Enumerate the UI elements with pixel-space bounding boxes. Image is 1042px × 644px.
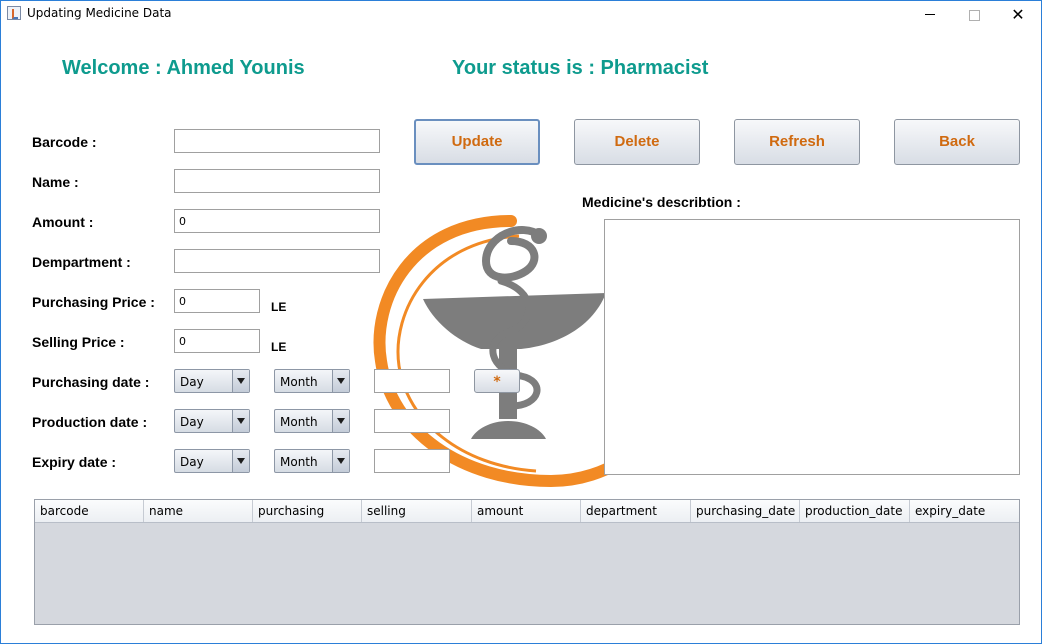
purchasing-month-value: Month: [280, 375, 318, 389]
window-title: Updating Medicine Data: [27, 6, 172, 20]
status-label: Your status is : Pharmacist: [452, 57, 709, 79]
welcome-label: Welcome : Ahmed Younis: [62, 57, 305, 79]
expiry-day-value: Day: [180, 455, 204, 469]
close-icon: ✕: [1011, 5, 1025, 24]
selling-price-label: Selling Price :: [32, 334, 125, 350]
medicine-table[interactable]: barcode name purchasing selling amount d…: [34, 499, 1020, 625]
chevron-down-icon: [332, 410, 349, 432]
chevron-down-icon: [332, 450, 349, 472]
column-header-production-date[interactable]: production_date: [800, 500, 910, 522]
production-month-value: Month: [280, 415, 318, 429]
update-button[interactable]: Update: [414, 119, 540, 165]
back-button[interactable]: Back: [894, 119, 1020, 165]
refresh-button[interactable]: Refresh: [734, 119, 860, 165]
pharmacy-logo-icon: [373, 215, 621, 488]
purchasing-date-label: Purchasing date :: [32, 374, 150, 390]
column-header-barcode[interactable]: barcode: [35, 500, 144, 522]
name-field[interactable]: [174, 169, 380, 193]
purchasing-price-currency: LE: [271, 300, 287, 314]
description-textarea[interactable]: [604, 219, 1020, 475]
app-window: Updating Medicine Data ✕ Welcome : Ahmed…: [0, 0, 1042, 644]
column-header-purchasing[interactable]: purchasing: [253, 500, 362, 522]
chevron-down-icon: [232, 410, 249, 432]
chevron-down-icon: [232, 450, 249, 472]
table-header: barcode name purchasing selling amount d…: [35, 500, 1019, 523]
barcode-label: Barcode :: [32, 134, 97, 150]
production-day-value: Day: [180, 415, 204, 429]
purchasing-price-label: Purchasing Price :: [32, 294, 155, 310]
production-year-field[interactable]: [374, 409, 450, 433]
amount-field[interactable]: 0: [174, 209, 380, 233]
minimize-icon: [925, 14, 935, 15]
java-app-icon: [7, 6, 21, 20]
column-header-amount[interactable]: amount: [472, 500, 581, 522]
department-field[interactable]: [174, 249, 380, 273]
selling-price-currency: LE: [271, 340, 287, 354]
selling-price-field[interactable]: 0: [174, 329, 260, 353]
expiry-month-select[interactable]: Month: [274, 449, 350, 473]
expiry-month-value: Month: [280, 455, 318, 469]
barcode-field[interactable]: [174, 129, 380, 153]
purchasing-day-select[interactable]: Day: [174, 369, 250, 393]
expiry-year-field[interactable]: [374, 449, 450, 473]
production-date-label: Production date :: [32, 414, 148, 430]
column-header-purchasing-date[interactable]: purchasing_date: [691, 500, 800, 522]
production-month-select[interactable]: Month: [274, 409, 350, 433]
purchasing-year-field[interactable]: [374, 369, 450, 393]
purchasing-price-field[interactable]: 0: [174, 289, 260, 313]
expiry-day-select[interactable]: Day: [174, 449, 250, 473]
star-button[interactable]: *: [474, 369, 520, 393]
name-label: Name :: [32, 174, 79, 190]
expiry-date-label: Expiry date :: [32, 454, 117, 470]
department-label: Dempartment :: [32, 254, 131, 270]
production-day-select[interactable]: Day: [174, 409, 250, 433]
description-label: Medicine's describtion :: [582, 194, 741, 210]
close-button[interactable]: ✕: [995, 1, 1041, 29]
column-header-expiry-date[interactable]: expiry_date: [910, 500, 1019, 522]
amount-label: Amount :: [32, 214, 94, 230]
purchasing-month-select[interactable]: Month: [274, 369, 350, 393]
delete-button[interactable]: Delete: [574, 119, 700, 165]
maximize-icon: [969, 10, 980, 21]
title-bar: Updating Medicine Data ✕: [1, 1, 1041, 29]
maximize-button[interactable]: [951, 1, 997, 29]
purchasing-day-value: Day: [180, 375, 204, 389]
column-header-department[interactable]: department: [581, 500, 691, 522]
chevron-down-icon: [332, 370, 349, 392]
minimize-button[interactable]: [907, 1, 953, 29]
column-header-name[interactable]: name: [144, 500, 253, 522]
chevron-down-icon: [232, 370, 249, 392]
column-header-selling[interactable]: selling: [362, 500, 472, 522]
